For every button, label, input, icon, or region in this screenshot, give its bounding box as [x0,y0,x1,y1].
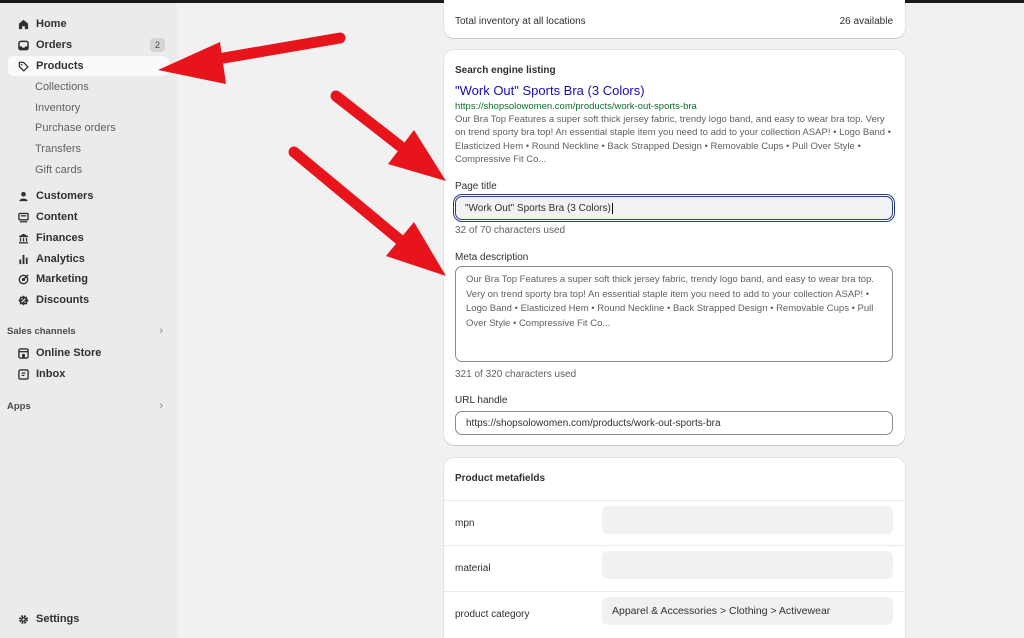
sidebar-item-settings[interactable]: Settings [8,609,169,629]
sidebar-item-label: Finances [36,232,84,244]
sidebar-item-label: Transfers [35,143,82,155]
metafield-value-field[interactable] [602,551,893,579]
search-engine-listing-card: Search engine listing "Work Out" Sports … [444,50,905,445]
sidebar-item-label: Products [36,60,84,72]
sidebar-item-home[interactable]: Home [8,14,169,34]
arrow-to-products [158,32,346,84]
page-title-label: Page title [455,181,497,192]
metafield-row-material: material [444,546,905,592]
chevron-right-icon: › [159,400,163,412]
url-handle-label: URL handle [455,395,508,406]
sidebar-item-orders[interactable]: Orders 2 [8,35,169,55]
sidebar-item-online-store[interactable]: Online Store [8,343,169,363]
sidebar-item-transfers[interactable]: Transfers [8,139,169,159]
sidebar: Home Orders 2 Products Collections Inven… [0,3,177,638]
sidebar-item-content[interactable]: Content [8,207,169,227]
arrow-to-page-title [330,90,446,181]
page-title-input[interactable]: "Work Out" Sports Bra (3 Colors) [455,196,893,220]
sidebar-item-label: Analytics [36,253,85,265]
metafield-name: material [455,563,491,574]
seo-preview-url: https://shopsolowomen.com/products/work-… [455,101,697,112]
page-title-value: "Work Out" Sports Bra (3 Colors) [465,202,611,214]
apps-header[interactable]: Apps › [7,398,169,414]
inventory-summary-row: Total inventory at all locations 26 avai… [455,16,893,27]
sidebar-item-discounts[interactable]: Discounts [8,290,169,310]
sidebar-item-label: Customers [36,190,94,202]
sidebar-item-analytics[interactable]: Analytics [8,249,169,269]
apps-label: Apps [7,400,31,412]
target-icon [17,273,29,285]
sidebar-item-label: Home [36,18,67,30]
metafields-card-title: Product metafields [455,473,546,484]
sidebar-item-label: Collections [35,81,89,93]
meta-description-textarea[interactable]: Our Bra Top Features a super soft thick … [455,266,893,362]
sidebar-item-label: Inventory [35,102,81,114]
sidebar-item-inbox[interactable]: Inbox [8,364,169,384]
url-handle-input[interactable]: https://shopsolowomen.com/products/work-… [455,411,893,435]
meta-description-char-count: 321 of 320 characters used [455,369,577,380]
store-icon [17,347,29,359]
sidebar-item-purchase-orders[interactable]: Purchase orders [8,118,169,138]
seo-preview-description: Our Bra Top Features a super soft thick … [455,114,892,165]
sidebar-item-label: Purchase orders [35,122,116,134]
seo-card-title: Search engine listing [455,65,556,76]
sidebar-item-marketing[interactable]: Marketing [8,269,169,289]
sales-channels-header[interactable]: Sales channels › [7,323,169,339]
sidebar-item-label: Discounts [36,294,90,306]
sidebar-item-customers[interactable]: Customers [8,186,169,206]
inventory-card: Total inventory at all locations 26 avai… [444,0,905,38]
text-cursor [611,202,613,214]
seo-preview-title: "Work Out" Sports Bra (3 Colors) [455,83,645,98]
metafield-name: mpn [455,518,475,529]
url-handle-value: https://shopsolowomen.com/products/work-… [466,417,721,429]
discount-icon [17,294,29,306]
sidebar-item-collections[interactable]: Collections [8,77,169,97]
metafield-row-product-category: product category Apparel & Accessories >… [444,592,905,638]
inventory-available: 26 available [839,16,893,27]
product-metafields-card: Product metafields mpn material product … [444,458,905,638]
sidebar-item-finances[interactable]: Finances [8,228,169,248]
sidebar-item-label: Online Store [36,347,102,359]
metafield-row-mpn: mpn [444,500,905,546]
gear-icon [17,613,29,625]
sidebar-item-label: Gift cards [35,164,83,176]
metafield-value-field[interactable] [602,506,893,534]
sidebar-item-label: Settings [36,613,80,625]
bar-chart-icon [17,253,29,265]
sidebar-item-gift-cards[interactable]: Gift cards [8,160,169,180]
sales-channels-label: Sales channels [7,325,76,337]
inventory-label: Total inventory at all locations [455,16,586,27]
sidebar-item-products[interactable]: Products [8,56,169,76]
bank-icon [17,232,29,244]
page-title-char-count: 32 of 70 characters used [455,225,566,236]
tag-icon [17,60,29,72]
metafield-name: product category [455,609,530,620]
orders-count-badge: 2 [149,38,165,52]
person-icon [17,190,29,202]
inbox-icon [17,39,29,51]
sidebar-item-label: Inbox [36,368,66,380]
content-icon [17,211,29,223]
metafield-value-field[interactable]: Apparel & Accessories > Clothing > Activ… [602,597,893,625]
sidebar-item-label: Marketing [36,273,88,285]
chevron-right-icon: › [159,325,163,337]
home-icon [17,18,29,30]
meta-description-label: Meta description [455,252,529,263]
chat-icon [17,368,29,380]
sidebar-item-inventory[interactable]: Inventory [8,98,169,118]
sidebar-item-label: Orders [36,39,73,51]
arrow-to-meta-description [288,146,446,276]
sidebar-item-label: Content [36,211,78,223]
